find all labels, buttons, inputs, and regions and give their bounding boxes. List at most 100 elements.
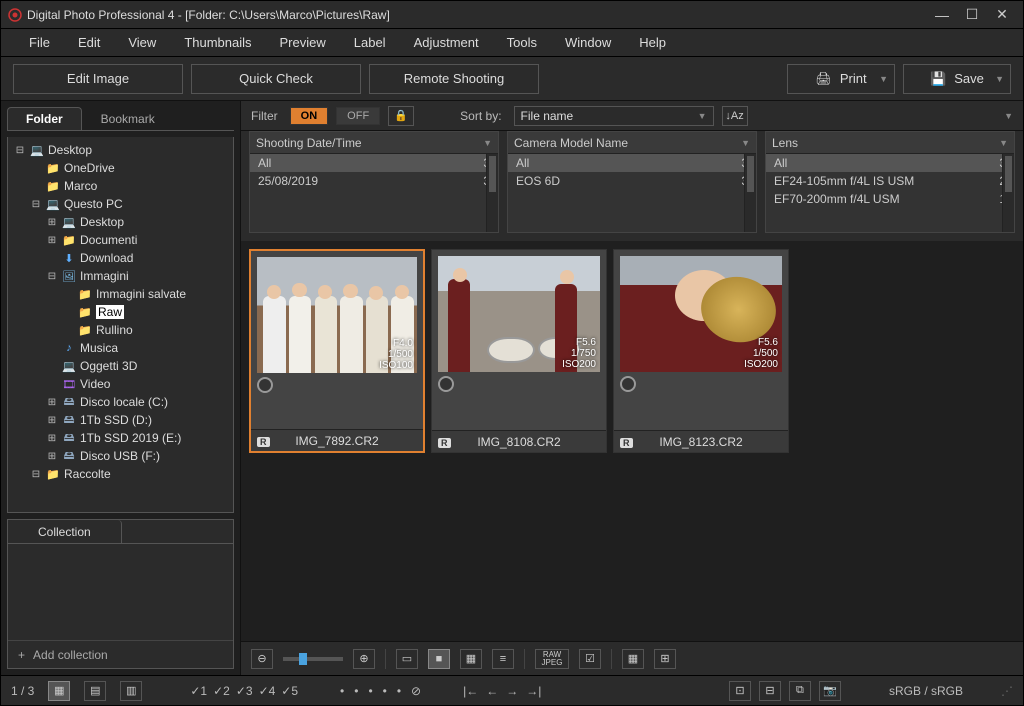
thumbnail[interactable]: F5.61/500ISO200RIMG_8123.CR2 xyxy=(613,249,789,453)
expand-toggle[interactable]: ⊞ xyxy=(46,415,58,426)
prev-button[interactable]: ← xyxy=(486,684,498,698)
first-button[interactable]: |← xyxy=(463,684,478,698)
info-button[interactable]: ⊟ xyxy=(759,681,781,701)
checkmark-4[interactable]: ✓4 xyxy=(259,684,276,698)
tree-item[interactable]: 📁OneDrive xyxy=(8,159,233,177)
lock-button[interactable]: 🔒 xyxy=(388,106,414,126)
filter-row[interactable]: EOS 6D3 xyxy=(508,172,756,190)
expand-toggle[interactable]: ⊞ xyxy=(46,235,58,246)
expand-toggle[interactable]: ⊞ xyxy=(46,217,58,228)
checkmark-1[interactable]: ✓1 xyxy=(190,684,207,698)
filter-on-button[interactable]: ON xyxy=(290,107,329,125)
folder-tree[interactable]: ⊟💻Desktop📁OneDrive📁Marco⊟💻Questo PC⊞💻Des… xyxy=(7,137,234,513)
scrollbar[interactable] xyxy=(486,154,498,232)
filter-header[interactable]: Camera Model Name▼ xyxy=(508,132,756,154)
filter-header[interactable]: Lens▼ xyxy=(766,132,1014,154)
expand-toggle[interactable]: ⊟ xyxy=(14,145,26,156)
checkmark-5[interactable]: ✓5 xyxy=(281,684,298,698)
menu-label[interactable]: Label xyxy=(340,29,400,56)
zoom-out-button[interactable]: ⊖ xyxy=(251,649,273,669)
sort-by-select[interactable]: File name ▼ xyxy=(514,106,714,126)
tree-item[interactable]: 📁Raw xyxy=(8,303,233,321)
dot-icon[interactable]: • xyxy=(354,684,358,698)
menu-thumbnails[interactable]: Thumbnails xyxy=(170,29,265,56)
filter-row[interactable]: EF24-105mm f/4L IS USM2 xyxy=(766,172,1014,190)
tree-item[interactable]: ⊟📁Raccolte xyxy=(8,465,233,483)
menu-view[interactable]: View xyxy=(114,29,170,56)
dot-icon[interactable]: • xyxy=(383,684,387,698)
menu-window[interactable]: Window xyxy=(551,29,625,56)
view-single-button[interactable]: ▭ xyxy=(396,649,418,669)
camera-button[interactable]: 📷 xyxy=(819,681,841,701)
tree-item[interactable]: ⊟🖼Immagini xyxy=(8,267,233,285)
tree-item[interactable]: ⊞🖴1Tb SSD 2019 (E:) xyxy=(8,429,233,447)
tree-item[interactable]: ⊞📁Documenti xyxy=(8,231,233,249)
scrollbar[interactable] xyxy=(1002,154,1014,232)
filter-row[interactable]: All3 xyxy=(766,154,1014,172)
menu-file[interactable]: File xyxy=(15,29,64,56)
menu-tools[interactable]: Tools xyxy=(493,29,551,56)
maximize-button[interactable]: ☐ xyxy=(957,5,987,25)
menu-preview[interactable]: Preview xyxy=(266,29,340,56)
expand-toggle[interactable]: ⊟ xyxy=(30,469,42,480)
thumbnail-grid[interactable]: F4.01/500ISO100RIMG_7892.CR2F5.61/750ISO… xyxy=(241,241,1023,641)
last-button[interactable]: →| xyxy=(526,684,541,698)
tab-bookmark[interactable]: Bookmark xyxy=(82,107,174,130)
tree-item[interactable]: 📁Marco xyxy=(8,177,233,195)
compare-button[interactable]: ⧉ xyxy=(789,681,811,701)
tree-item[interactable]: ⊟💻Questo PC xyxy=(8,195,233,213)
tree-item[interactable]: 💻Oggetti 3D xyxy=(8,357,233,375)
tree-item[interactable]: ⊟💻Desktop xyxy=(8,141,233,159)
tree-item[interactable]: ♪Musica xyxy=(8,339,233,357)
expand-toggle[interactable]: ⊟ xyxy=(30,199,42,210)
histogram-button[interactable]: ⊡ xyxy=(729,681,751,701)
tree-item[interactable]: ⊞🖴1Tb SSD (D:) xyxy=(8,411,233,429)
reject-icon[interactable]: ⊘ xyxy=(411,684,421,698)
quick-check-button[interactable]: Quick Check xyxy=(191,64,361,94)
filter-row[interactable]: All3 xyxy=(508,154,756,172)
filter-off-button[interactable]: OFF xyxy=(336,107,380,125)
select-all-button[interactable]: ☑ xyxy=(579,649,601,669)
checkmark-2[interactable]: ✓2 xyxy=(213,684,230,698)
zoom-in-button[interactable]: ⊕ xyxy=(353,649,375,669)
menu-edit[interactable]: Edit xyxy=(64,29,114,56)
filter-row[interactable]: 25/08/20193 xyxy=(250,172,498,190)
edit-image-button[interactable]: Edit Image xyxy=(13,64,183,94)
expand-toggle[interactable]: ⊞ xyxy=(46,433,58,444)
tree-item[interactable]: ⬇Download xyxy=(8,249,233,267)
layout-grid-button[interactable]: ▦ xyxy=(48,681,70,701)
filter-header[interactable]: Shooting Date/Time▼ xyxy=(250,132,498,154)
scrollbar[interactable] xyxy=(744,154,756,232)
minimize-button[interactable]: — xyxy=(927,5,957,25)
tree-item[interactable]: ⊞🖴Disco locale (C:) xyxy=(8,393,233,411)
view-thumb1-button[interactable]: ▦ xyxy=(622,649,644,669)
menu-adjustment[interactable]: Adjustment xyxy=(400,29,493,56)
tree-item[interactable]: ⊞🖴Disco USB (F:) xyxy=(8,447,233,465)
checkmark-3[interactable]: ✓3 xyxy=(236,684,253,698)
dot-icon[interactable]: • xyxy=(397,684,401,698)
tab-folder[interactable]: Folder xyxy=(7,107,82,130)
dot-icon[interactable]: • xyxy=(368,684,372,698)
filter-row[interactable]: All3 xyxy=(250,154,498,172)
expand-toggle[interactable]: ⊞ xyxy=(46,451,58,462)
tree-item[interactable]: 📁Rullino xyxy=(8,321,233,339)
print-button[interactable]: 🖨 Print ▼ xyxy=(787,64,895,94)
next-button[interactable]: → xyxy=(506,684,518,698)
remote-shooting-button[interactable]: Remote Shooting xyxy=(369,64,539,94)
expand-toggle[interactable]: ⊟ xyxy=(46,271,58,282)
tree-item[interactable]: 🎞Video xyxy=(8,375,233,393)
close-button[interactable]: ✕ xyxy=(987,5,1017,25)
thumbnail[interactable]: F5.61/750ISO200RIMG_8108.CR2 xyxy=(431,249,607,453)
layout-split-button[interactable]: ▤ xyxy=(84,681,106,701)
menu-help[interactable]: Help xyxy=(625,29,680,56)
view-fill-button[interactable]: ■ xyxy=(428,649,450,669)
view-thumb2-button[interactable]: ⊞ xyxy=(654,649,676,669)
chevron-down-icon[interactable]: ▼ xyxy=(1004,111,1013,121)
raw-jpeg-button[interactable]: RAW JPEG xyxy=(535,649,569,669)
dot-icon[interactable]: • xyxy=(340,684,344,698)
save-button[interactable]: 💾 Save ▼ xyxy=(903,64,1011,94)
thumbnail[interactable]: F4.01/500ISO100RIMG_7892.CR2 xyxy=(249,249,425,453)
resize-grip-icon[interactable]: ⋰ xyxy=(1001,684,1013,698)
tab-collection[interactable]: Collection xyxy=(8,520,122,543)
add-collection-button[interactable]: + Add collection xyxy=(8,640,233,668)
